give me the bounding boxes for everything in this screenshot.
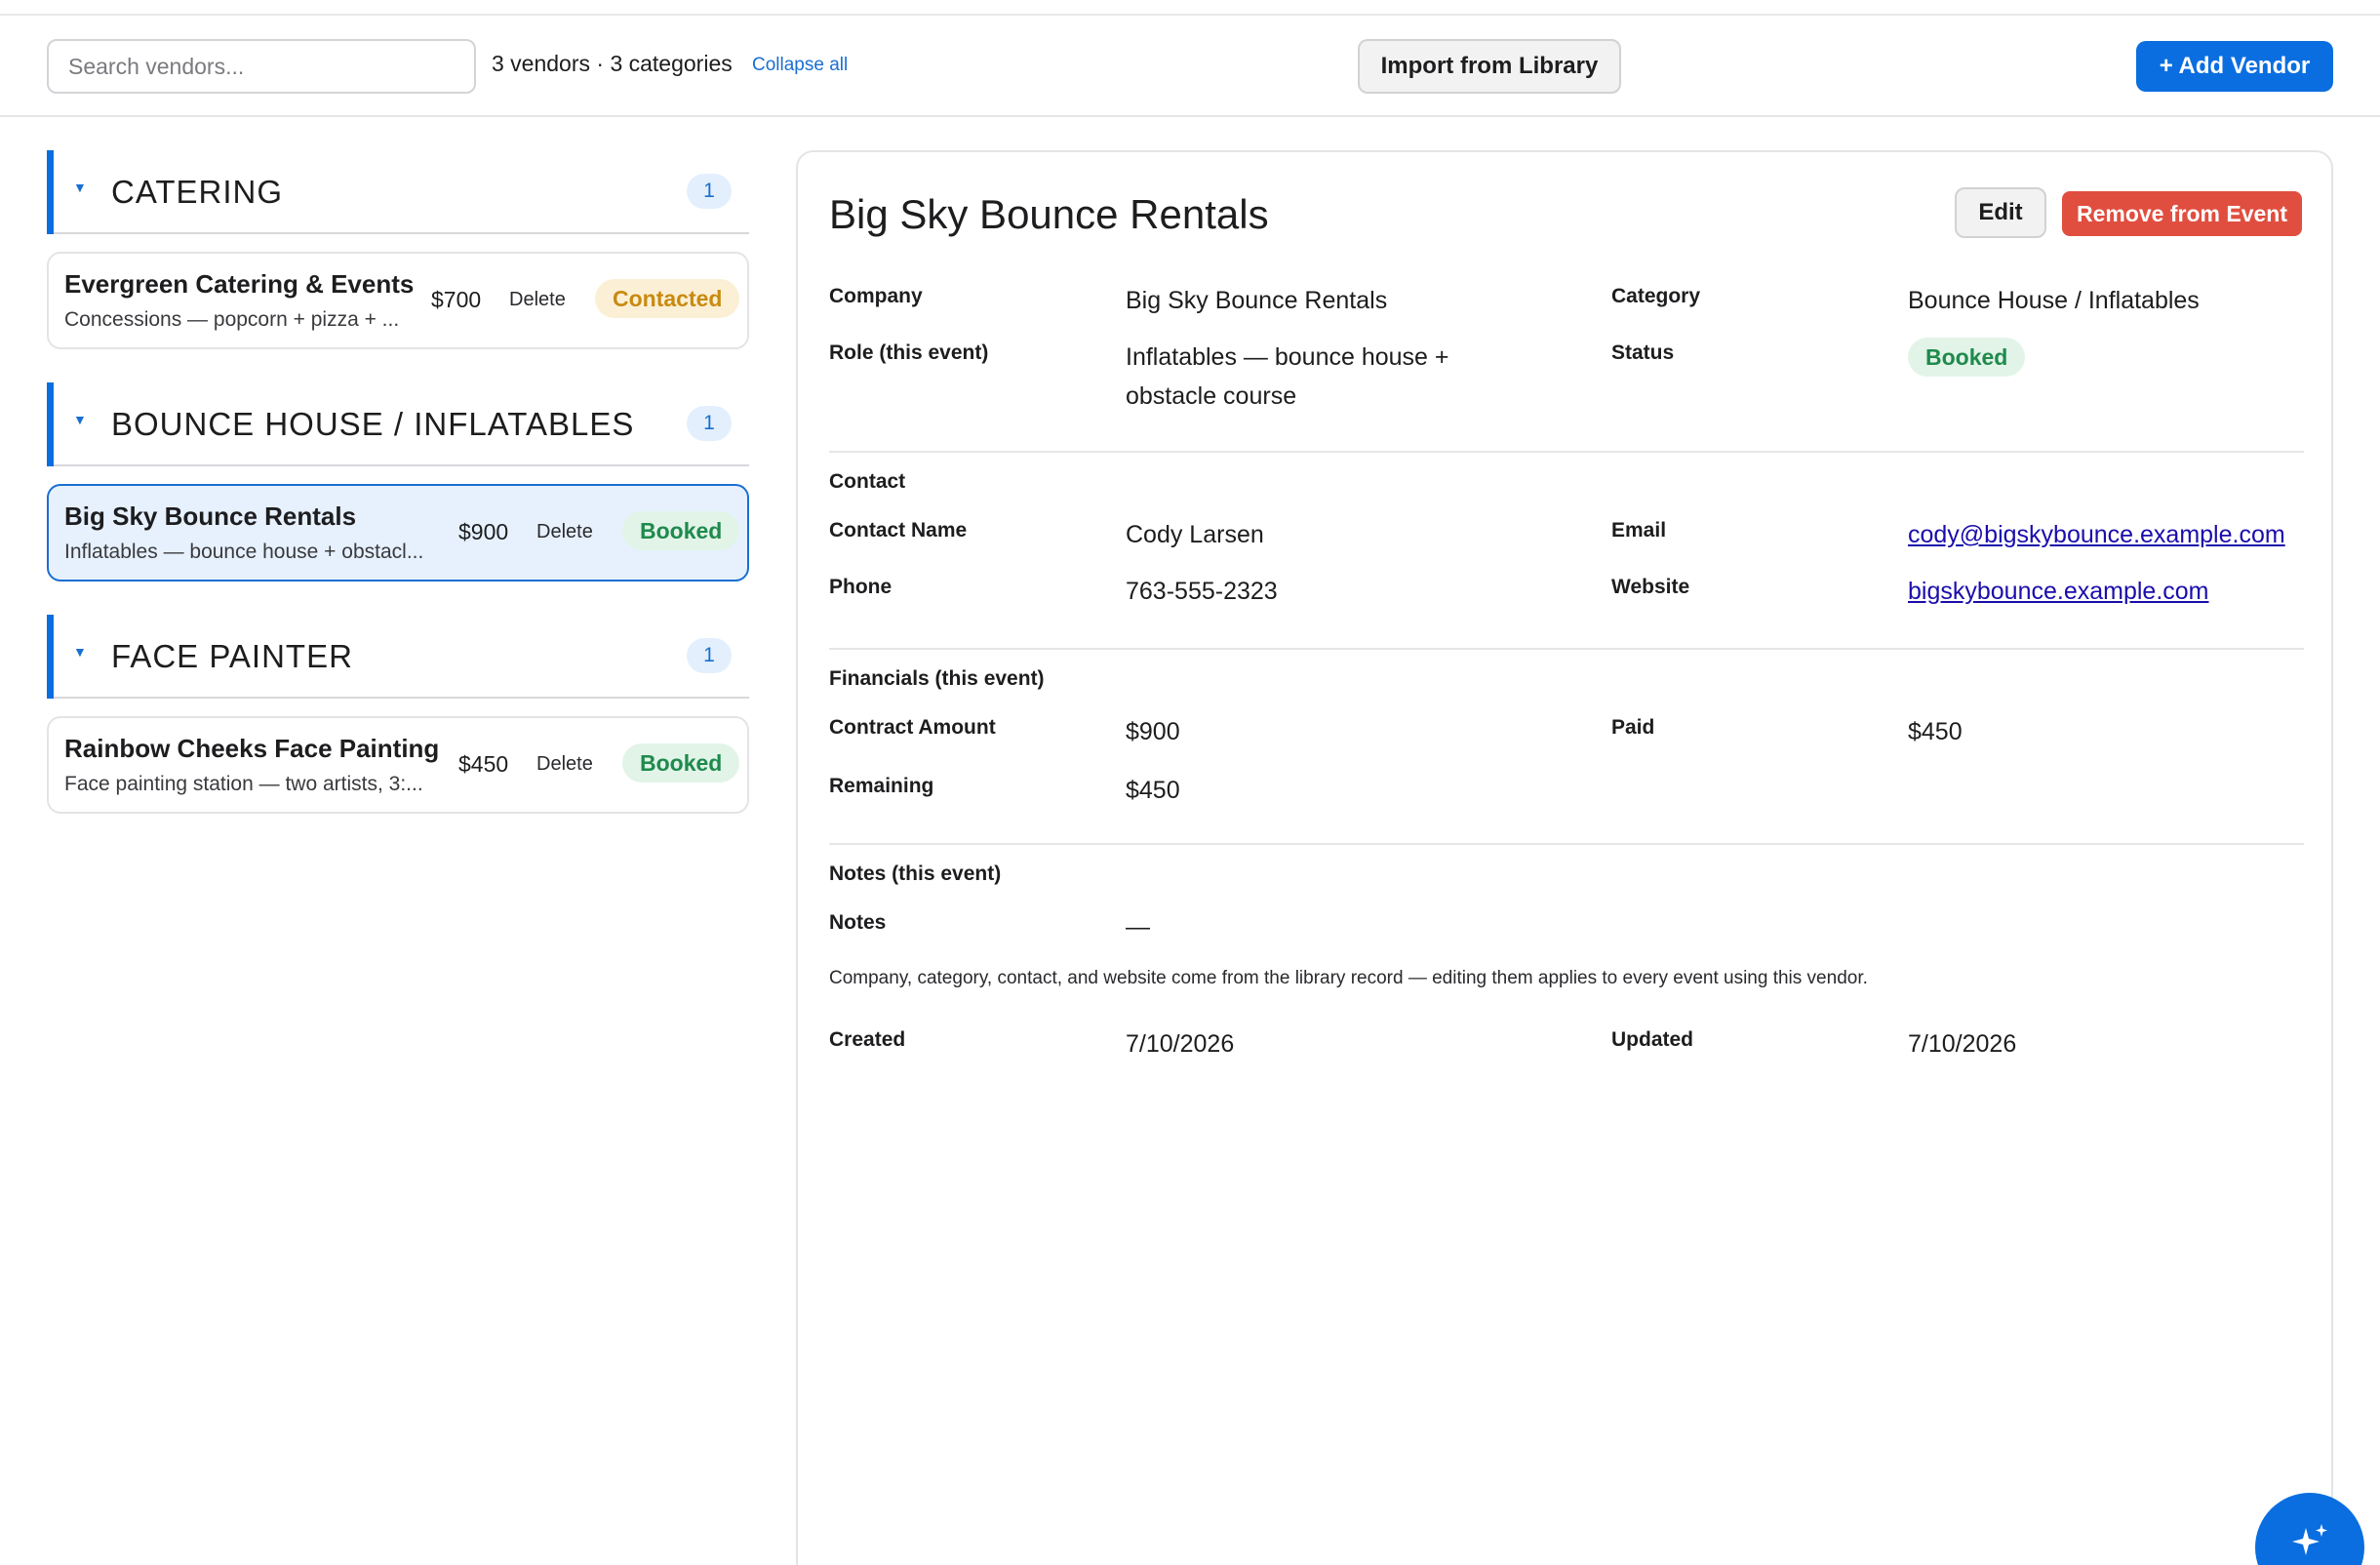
category-header-bounce-house[interactable]: ▼ BOUNCE HOUSE / INFLATABLES 1 xyxy=(47,382,749,466)
caret-down-icon[interactable]: ▼ xyxy=(73,412,87,427)
caret-down-icon[interactable]: ▼ xyxy=(73,644,87,660)
edit-button[interactable]: Edit xyxy=(1955,187,2046,238)
company-label: Company xyxy=(829,285,923,307)
delete-vendor-button[interactable]: Delete xyxy=(509,289,566,311)
vendor-card-big-sky[interactable]: Big Sky Bounce Rentals Inflatables — bou… xyxy=(47,484,749,582)
caret-down-icon[interactable]: ▼ xyxy=(73,180,87,195)
detail-title: Big Sky Bounce Rentals xyxy=(829,191,1269,237)
contract-amount-label: Contract Amount xyxy=(829,716,996,739)
website-label: Website xyxy=(1611,576,1690,598)
toolbar: 3 vendors · 3 categories Collapse all Im… xyxy=(0,16,2380,117)
delete-vendor-button[interactable]: Delete xyxy=(536,521,593,543)
vendor-card-rainbow-cheeks[interactable]: Rainbow Cheeks Face Painting Face painti… xyxy=(47,716,749,814)
vendor-role: Inflatables — bounce house + obstacl... xyxy=(64,541,424,563)
company-value: Big Sky Bounce Rentals xyxy=(1126,287,1388,314)
section-divider xyxy=(829,648,2304,650)
vendor-card-evergreen[interactable]: Evergreen Catering & Events Concessions … xyxy=(47,252,749,349)
vendor-price: $450 xyxy=(458,751,509,777)
contract-amount-value: $900 xyxy=(1126,718,1180,745)
collapse-all-link[interactable]: Collapse all xyxy=(752,55,848,76)
delete-vendor-button[interactable]: Delete xyxy=(536,753,593,776)
category-count-badge: 1 xyxy=(687,638,732,673)
remove-from-event-button[interactable]: Remove from Event xyxy=(2062,191,2302,236)
email-link[interactable]: cody@bigskybounce.example.com xyxy=(1908,515,2285,554)
category-accent-bar xyxy=(47,615,54,699)
add-vendor-button[interactable]: + Add Vendor xyxy=(2136,41,2333,92)
vendor-price: $900 xyxy=(458,519,509,544)
vendor-role: Concessions — popcorn + pizza + ... xyxy=(64,308,400,331)
category-title: CATERING xyxy=(111,174,284,210)
import-from-library-button[interactable]: Import from Library xyxy=(1358,39,1621,94)
category-value: Bounce House / Inflatables xyxy=(1908,287,2200,314)
category-title: BOUNCE HOUSE / INFLATABLES xyxy=(111,406,635,442)
vendor-detail-panel: Big Sky Bounce Rentals Edit Remove from … xyxy=(796,150,2333,1565)
category-count-badge: 1 xyxy=(687,174,732,209)
vendors-page: 3 vendors · 3 categories Collapse all Im… xyxy=(0,0,2380,1565)
vendor-name: Rainbow Cheeks Face Painting xyxy=(64,734,440,763)
status-badge: Booked xyxy=(622,511,740,550)
created-value: 7/10/2026 xyxy=(1126,1030,1235,1058)
contact-section-title: Contact xyxy=(829,470,906,493)
section-divider xyxy=(829,451,2304,453)
vendor-name: Big Sky Bounce Rentals xyxy=(64,502,357,531)
status-badge: Contacted xyxy=(595,279,740,318)
contact-name-value: Cody Larsen xyxy=(1126,521,1264,548)
vendor-name: Evergreen Catering & Events xyxy=(64,269,415,299)
notes-label: Notes xyxy=(829,911,887,934)
category-accent-bar xyxy=(47,150,54,234)
role-label: Role (this event) xyxy=(829,341,989,364)
email-label: Email xyxy=(1611,519,1667,542)
vendor-role: Face painting station — two artists, 3:.… xyxy=(64,773,423,795)
category-header-catering[interactable]: ▼ CATERING 1 xyxy=(47,150,749,234)
status-label: Status xyxy=(1611,341,1675,364)
status-badge: Booked xyxy=(1908,338,2026,377)
sparkle-icon xyxy=(2292,1524,2327,1555)
category-title: FACE PAINTER xyxy=(111,638,353,674)
notes-section-title: Notes (this event) xyxy=(829,863,1002,885)
website-link[interactable]: bigskybounce.example.com xyxy=(1908,572,2209,611)
contact-name-label: Contact Name xyxy=(829,519,968,542)
notes-value: — xyxy=(1126,913,1150,941)
paid-value: $450 xyxy=(1908,718,1963,745)
created-label: Created xyxy=(829,1028,906,1051)
category-count-badge: 1 xyxy=(687,406,732,441)
phone-value: 763-555-2323 xyxy=(1126,578,1278,605)
section-divider xyxy=(829,843,2304,845)
paid-label: Paid xyxy=(1611,716,1655,739)
library-record-hint: Company, category, contact, and website … xyxy=(829,968,1868,988)
search-input[interactable] xyxy=(47,39,476,94)
role-value: Inflatables — bounce house + obstacle co… xyxy=(1126,343,1449,410)
remaining-label: Remaining xyxy=(829,775,934,797)
remaining-value: $450 xyxy=(1126,777,1180,804)
category-header-face-painter[interactable]: ▼ FACE PAINTER 1 xyxy=(47,615,749,699)
vendor-summary: 3 vendors · 3 categories xyxy=(492,51,733,76)
status-badge: Booked xyxy=(622,743,740,782)
updated-value: 7/10/2026 xyxy=(1908,1030,2017,1058)
financials-section-title: Financials (this event) xyxy=(829,667,1045,690)
category-accent-bar xyxy=(47,382,54,466)
phone-label: Phone xyxy=(829,576,892,598)
category-label: Category xyxy=(1611,285,1701,307)
updated-label: Updated xyxy=(1611,1028,1693,1051)
vendor-price: $700 xyxy=(431,287,482,312)
